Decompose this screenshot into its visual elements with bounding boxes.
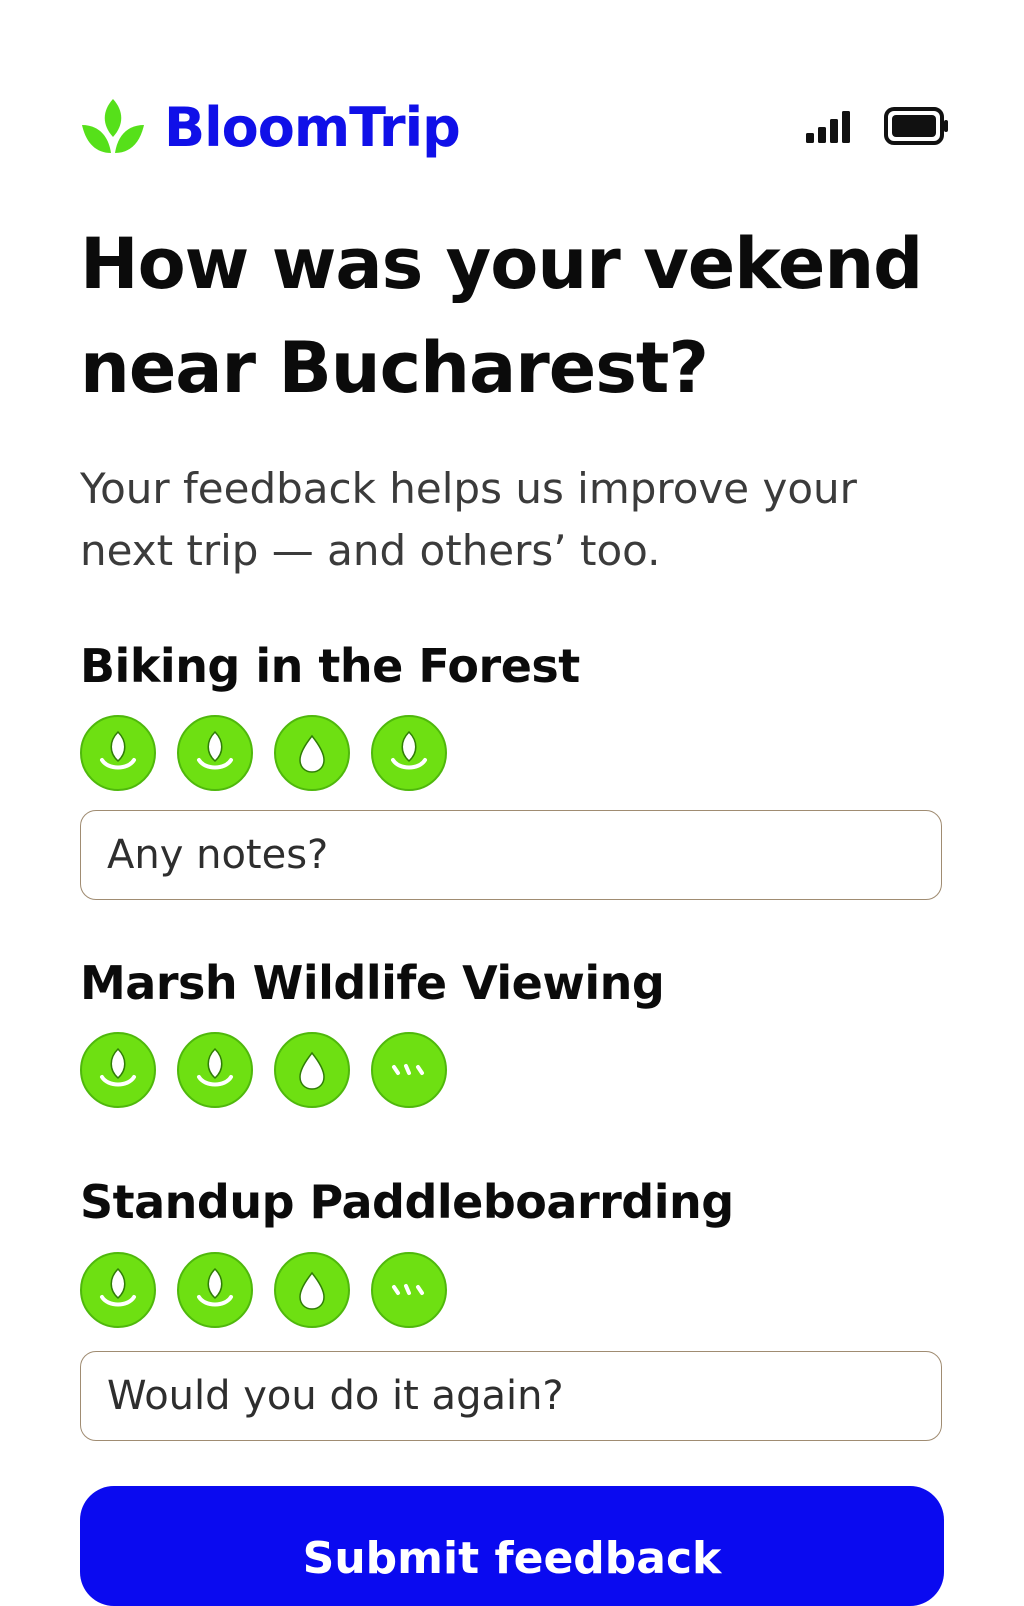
app-header: BloomTrip xyxy=(80,88,950,168)
sprout-icon[interactable] xyxy=(80,715,156,791)
drop-icon[interactable] xyxy=(274,1252,350,1328)
notes-input-paddleboarding[interactable] xyxy=(80,1351,942,1441)
notes-input-biking[interactable] xyxy=(80,810,942,900)
rating-row-paddleboarding xyxy=(80,1252,447,1328)
activity-title-paddleboarding: Standup Paddleboarrding xyxy=(80,1175,734,1229)
brand: BloomTrip xyxy=(80,88,461,168)
activity-title-marsh: Marsh Wildlife Viewing xyxy=(80,956,665,1010)
rating-row-marsh xyxy=(80,1032,447,1108)
sprout-icon[interactable] xyxy=(371,715,447,791)
activity-title-biking: Biking in the Forest xyxy=(80,639,580,693)
submit-feedback-button[interactable]: Submit feedback xyxy=(80,1486,944,1606)
sprout-icon[interactable] xyxy=(177,1032,253,1108)
sprout-icon[interactable] xyxy=(177,715,253,791)
leaf-logo-icon xyxy=(80,95,146,161)
status-bar xyxy=(806,106,950,146)
dots-icon[interactable] xyxy=(371,1032,447,1108)
sprout-icon[interactable] xyxy=(80,1032,156,1108)
page-title: How was your vekend near Bucharest? xyxy=(80,223,923,409)
brand-name: BloomTrip xyxy=(164,96,461,159)
sprout-icon[interactable] xyxy=(177,1252,253,1328)
page-subtitle: Your feedback helps us improve your next… xyxy=(80,464,857,575)
rating-row-biking xyxy=(80,715,447,791)
dots-icon[interactable] xyxy=(371,1252,447,1328)
sprout-icon[interactable] xyxy=(80,1252,156,1328)
drop-icon[interactable] xyxy=(274,1032,350,1108)
signal-bars-icon xyxy=(806,109,858,143)
battery-full-icon xyxy=(884,107,950,145)
drop-icon[interactable] xyxy=(274,715,350,791)
